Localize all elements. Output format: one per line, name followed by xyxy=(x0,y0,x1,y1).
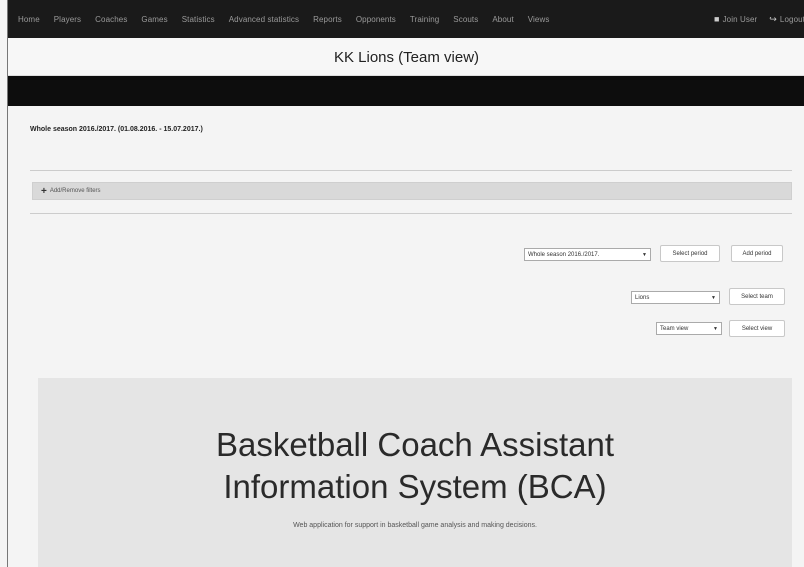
view-select[interactable]: Team view ▼ xyxy=(656,322,722,335)
hero-banner: Basketball Coach Assistant Information S… xyxy=(38,378,792,567)
logout-link[interactable]: ↪ Logout xyxy=(769,14,804,25)
team-select[interactable]: Lions ▼ xyxy=(631,291,720,304)
nav-item-training[interactable]: Training xyxy=(410,15,439,24)
app-frame: Home Players Coaches Games Statistics Ad… xyxy=(7,0,804,567)
user-menu[interactable]: ■ Join User xyxy=(714,14,757,24)
hero-title-line2: Information System (BCA) xyxy=(223,468,607,505)
select-view-button[interactable]: Select view xyxy=(729,320,785,337)
plus-icon: + xyxy=(41,185,47,197)
nav-item-about[interactable]: About xyxy=(492,15,513,24)
team-select-value: Lions xyxy=(635,294,650,301)
filters-label: Add/Remove filters xyxy=(49,188,101,194)
select-team-button[interactable]: Select team xyxy=(729,288,785,305)
nav-menu: Home Players Coaches Games Statistics Ad… xyxy=(18,15,563,24)
user-icon: ■ xyxy=(714,14,720,24)
nav-item-home[interactable]: Home xyxy=(18,15,40,24)
view-select-value: Team view xyxy=(660,325,689,332)
nav-item-reports[interactable]: Reports xyxy=(313,15,342,24)
nav-user-area: ■ Join User ↪ Logout xyxy=(714,0,804,38)
nav-item-opponents[interactable]: Opponents xyxy=(356,15,396,24)
nav-item-coaches[interactable]: Coaches xyxy=(95,15,127,24)
season-range: Whole season 2016./2017. (01.08.2016. - … xyxy=(30,126,203,133)
hero-title: Basketball Coach Assistant Information S… xyxy=(38,378,792,508)
chevron-down-icon: ▼ xyxy=(642,251,647,258)
period-select-value: Whole season 2016./2017. xyxy=(528,251,600,258)
divider xyxy=(30,213,792,214)
logout-label: Logout xyxy=(779,14,804,24)
chevron-down-icon: ▼ xyxy=(711,294,716,301)
nav-item-advanced-statistics[interactable]: Advanced statistics xyxy=(229,15,299,24)
nav-item-statistics[interactable]: Statistics xyxy=(182,15,215,24)
nav-item-players[interactable]: Players xyxy=(54,15,81,24)
page-title: KK Lions (Team view) xyxy=(333,49,480,66)
select-period-button[interactable]: Select period xyxy=(660,245,720,262)
period-select[interactable]: Whole season 2016./2017. ▼ xyxy=(524,248,651,261)
hero-title-line1: Basketball Coach Assistant xyxy=(215,426,615,463)
nav-item-views[interactable]: Views xyxy=(528,15,550,24)
logout-icon: ↪ xyxy=(769,13,777,24)
nav-item-scouts[interactable]: Scouts xyxy=(453,15,478,24)
hero-subtitle: Web application for support in basketbal… xyxy=(293,522,537,529)
top-navbar: Home Players Coaches Games Statistics Ad… xyxy=(8,0,804,38)
add-period-button[interactable]: Add period xyxy=(731,245,783,262)
chevron-down-icon: ▼ xyxy=(713,325,718,332)
divider xyxy=(30,170,792,171)
filters-toggle[interactable]: + Add/Remove filters xyxy=(32,182,792,200)
nav-item-games[interactable]: Games xyxy=(141,15,167,24)
page-header: KK Lions (Team view) xyxy=(8,38,804,76)
user-name: Join User xyxy=(722,14,758,24)
header-band xyxy=(8,76,804,106)
